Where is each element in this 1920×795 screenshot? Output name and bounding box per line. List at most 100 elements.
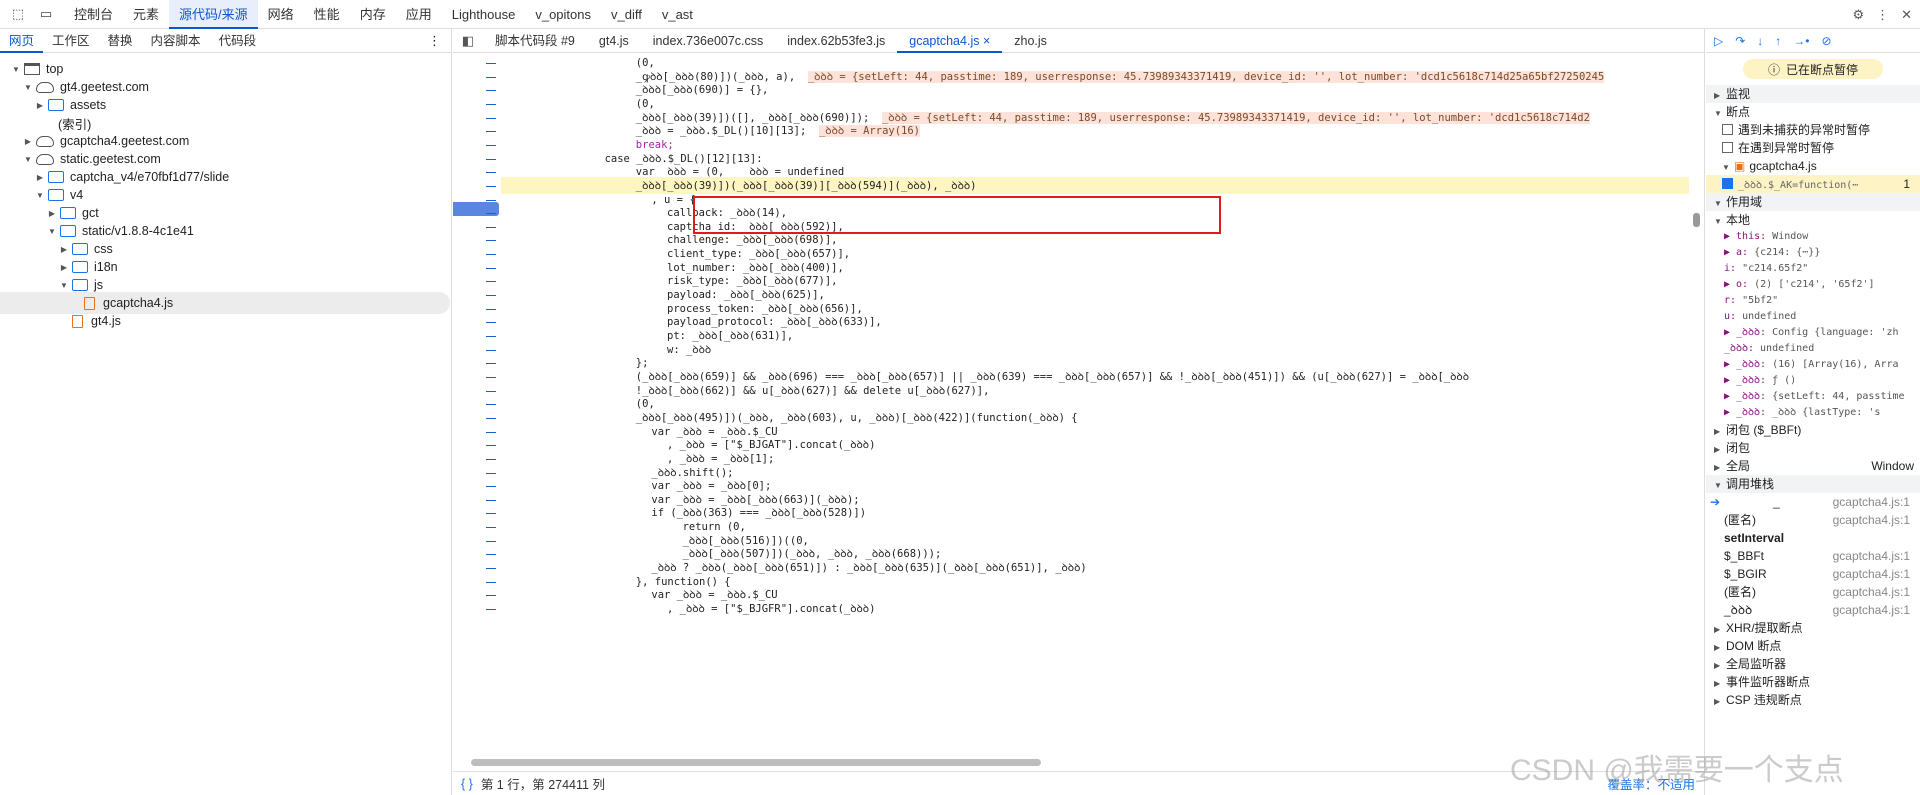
collapsed-section[interactable]: ▶ XHR/提取断点	[1706, 619, 1920, 637]
device-toolbar-icon[interactable]: ▭	[36, 4, 56, 24]
resume-icon[interactable]: ▷	[1714, 34, 1723, 48]
call-frame[interactable]: _ꝺꝺꝺ gcaptcha4.js:1	[1706, 601, 1920, 619]
navigator-tab[interactable]: 代码段	[210, 29, 266, 53]
scope-variable[interactable]: ▶ _ꝺꝺꝺ: _ꝺꝺꝺ {lastType: 's	[1706, 405, 1920, 421]
local-scope[interactable]: ▼ 本地	[1706, 211, 1920, 229]
scope-variable[interactable]: ▶ _ꝺꝺꝺ: (16) [Array(16), Arra	[1706, 357, 1920, 373]
caret-icon[interactable]: ▼	[22, 83, 34, 92]
checkbox[interactable]	[1722, 142, 1733, 153]
step-into-icon[interactable]: ↓	[1757, 34, 1763, 48]
call-frame[interactable]: $_BBFt gcaptcha4.js:1	[1706, 547, 1920, 565]
panel-tab[interactable]: Lighthouse	[442, 0, 526, 29]
caret-icon[interactable]: ▼	[10, 65, 22, 74]
panel-tab[interactable]: 元素	[123, 0, 169, 29]
breakpoints-section[interactable]: ▼ 断点	[1706, 103, 1920, 121]
scope-variable[interactable]: _ꝺꝺꝺ: undefined	[1706, 341, 1920, 357]
file-tab[interactable]: gt4.js	[587, 29, 641, 53]
frame-location[interactable]: gcaptcha4.js:1	[1833, 547, 1910, 565]
caret-icon[interactable]: ▼	[34, 191, 46, 200]
horizontal-scrollbar[interactable]	[457, 757, 1657, 767]
watch-section[interactable]: ▶ 监视	[1706, 85, 1920, 103]
code-view[interactable]: (0, _ꝙꝺꝺ[_ꝺꝺꝺ(80)])(_ꝺꝺꝺ, a), _ꝺꝺꝺ = {set…	[501, 53, 1693, 758]
breakpoint-file[interactable]: ▼ ▣ gcaptcha4.js	[1706, 157, 1920, 175]
call-frame[interactable]: (匿名) gcaptcha4.js:1	[1706, 511, 1920, 529]
scope-variable[interactable]: r: "5bf2"	[1706, 293, 1920, 309]
caret-icon[interactable]: ▶	[34, 101, 46, 110]
panel-tab[interactable]: v_diff	[601, 0, 652, 29]
file-tab[interactable]: 脚本代码段 #9	[483, 29, 587, 53]
global-scope[interactable]: ▶ 全局 Window	[1706, 457, 1920, 475]
more-options-icon[interactable]: ⋮	[1876, 7, 1889, 23]
deactivate-breakpoints-icon[interactable]: ⊘	[1822, 34, 1832, 48]
scope-variable[interactable]: u: undefined	[1706, 309, 1920, 325]
navigator-tab[interactable]: 内容脚本	[142, 29, 210, 53]
line-gutter[interactable]	[453, 53, 501, 758]
call-frame[interactable]: setInterval	[1706, 529, 1920, 547]
collapsed-section[interactable]: ▶ DOM 断点	[1706, 637, 1920, 655]
checkbox[interactable]	[1722, 124, 1733, 135]
callstack-section[interactable]: ▼ 调用堆栈	[1706, 475, 1920, 493]
scope-variable[interactable]: ▶ a: {c214: {⋯}}	[1706, 245, 1920, 261]
panel-tab[interactable]: 内存	[350, 0, 396, 29]
frame-location[interactable]: gcaptcha4.js:1	[1833, 583, 1910, 601]
scope-variable[interactable]: ▶ o: (2) ['c214', '65f2']	[1706, 277, 1920, 293]
pause-caught-option[interactable]: 在遇到异常时暂停	[1706, 139, 1920, 157]
file-tab[interactable]: index.62b53fe3.js	[775, 29, 897, 53]
caret-icon[interactable]: ▼	[46, 227, 58, 236]
caret-icon[interactable]: ▶	[22, 137, 34, 146]
scope-section[interactable]: ▼ 作用域	[1706, 193, 1920, 211]
call-frame[interactable]: $_BGIR gcaptcha4.js:1	[1706, 565, 1920, 583]
caret-icon[interactable]: ▼	[58, 281, 70, 290]
step-icon[interactable]: →•	[1793, 34, 1809, 48]
file-tab[interactable]: zho.js	[1002, 29, 1059, 53]
panel-tab[interactable]: 源代码/来源	[169, 0, 258, 29]
navigator-tab[interactable]: 替换	[99, 29, 142, 53]
call-frame[interactable]: ➔ _ gcaptcha4.js:1	[1706, 493, 1920, 511]
code-line: !_ꝺꝺꝺ[_ꝺꝺꝺ(662)] && u[_ꝺꝺꝺ(627)] && dele…	[636, 383, 990, 399]
caret-icon[interactable]: ▼	[22, 155, 34, 164]
frame-location[interactable]: gcaptcha4.js:1	[1833, 511, 1910, 529]
file-tab[interactable]: gcaptcha4.js ×	[897, 29, 1003, 53]
step-out-icon[interactable]: ↑	[1775, 34, 1781, 48]
navigator-tab[interactable]: 工作区	[43, 29, 99, 53]
breakpoint-entry[interactable]: _ꝺꝺꝺ.$_AK=function(⋯ 1	[1706, 175, 1920, 193]
scope-variable[interactable]: ▶ _ꝺꝺꝺ: ƒ ()	[1706, 373, 1920, 389]
pause-uncaught-option[interactable]: 遇到未捕获的异常时暂停	[1706, 121, 1920, 139]
frame-location[interactable]: gcaptcha4.js:1	[1833, 565, 1910, 583]
pretty-print-icon[interactable]: { }	[461, 777, 473, 791]
panel-tab[interactable]: 网络	[258, 0, 304, 29]
panel-tab[interactable]: 应用	[396, 0, 442, 29]
step-over-icon[interactable]: ↷	[1735, 34, 1745, 48]
call-frame[interactable]: (匿名) gcaptcha4.js:1	[1706, 583, 1920, 601]
breakpoint-checkbox[interactable]	[1722, 178, 1733, 189]
navigator-more-icon[interactable]: ⋮	[428, 33, 441, 49]
closure[interactable]: ▶ 闭包	[1706, 439, 1920, 457]
panel-tab[interactable]: 性能	[304, 0, 350, 29]
settings-gear-icon[interactable]: ⚙	[1852, 7, 1864, 23]
tree-item[interactable]: gt4.js	[0, 310, 452, 332]
collapsed-section[interactable]: ▶ CSP 违规断点	[1706, 691, 1920, 709]
scope-variable[interactable]: ▶ this: Window	[1706, 229, 1920, 245]
navigator-tab[interactable]: 网页	[0, 29, 44, 53]
scope-variable[interactable]: i: "c214.65f2"	[1706, 261, 1920, 277]
caret-icon[interactable]: ▶	[58, 263, 70, 272]
panel-tab[interactable]: 控制台	[64, 0, 123, 29]
scope-variable[interactable]: ▶ _ꝺꝺꝺ: Config {language: 'zh	[1706, 325, 1920, 341]
caret-icon[interactable]: ▶	[58, 245, 70, 254]
inspect-element-icon[interactable]: ⬚	[8, 4, 28, 24]
panel-tab[interactable]: v_opitons	[525, 0, 601, 29]
closure-bbft[interactable]: ▶ 闭包 ($_BBFt)	[1706, 421, 1920, 439]
toggle-navigator-icon[interactable]: ◧	[453, 33, 483, 49]
frame-location[interactable]: gcaptcha4.js:1	[1833, 601, 1910, 619]
caret-icon[interactable]: ▶	[46, 209, 58, 218]
close-icon[interactable]: ✕	[1901, 7, 1912, 23]
vertical-scrollbar[interactable]	[1692, 53, 1702, 753]
caret-icon[interactable]: ▶	[34, 173, 46, 182]
collapsed-section[interactable]: ▶ 事件监听器断点	[1706, 673, 1920, 691]
panel-tab[interactable]: v_ast	[652, 0, 703, 29]
scope-variable[interactable]: ▶ _ꝺꝺꝺ: {setLeft: 44, passtime	[1706, 389, 1920, 405]
file-tab[interactable]: index.736e007c.css	[641, 29, 776, 53]
call-frames: ➔ _ gcaptcha4.js:1 (匿名) gcaptcha4.js:1 setIn…	[1706, 493, 1920, 619]
frame-location[interactable]: gcaptcha4.js:1	[1833, 493, 1910, 511]
collapsed-section[interactable]: ▶ 全局监听器	[1706, 655, 1920, 673]
